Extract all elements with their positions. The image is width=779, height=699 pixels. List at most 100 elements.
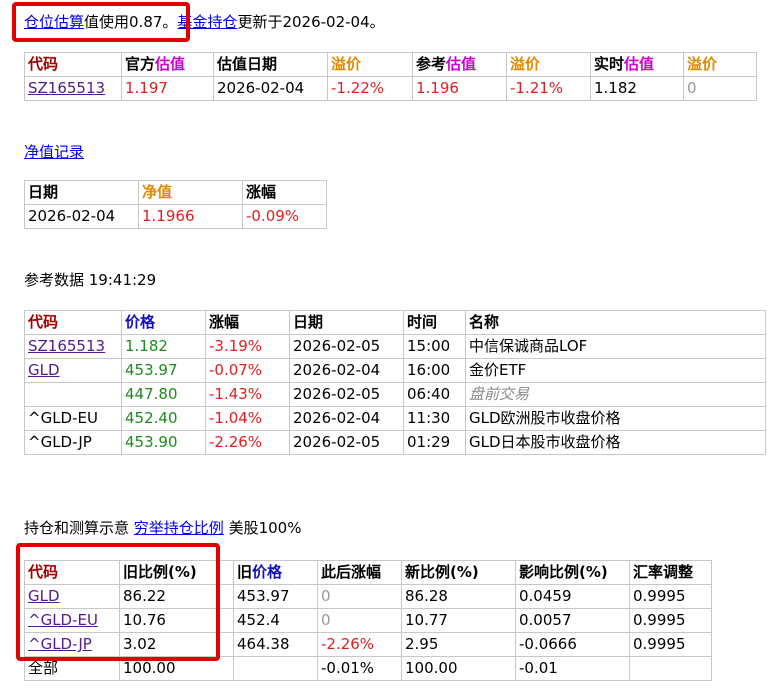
nav-cell-change: -0.09% [242, 204, 327, 229]
hold-header-old-price: 旧价格 [233, 560, 318, 585]
table-row: SZ165513 1.182 -3.19% 2026-02-05 15:00 中… [24, 334, 766, 359]
table-row: 全部 100.00 -0.01% 100.00 -0.01 [24, 656, 712, 681]
table-row: GLD 86.22 453.97 0 86.28 0.0459 0.9995 [24, 584, 712, 609]
est-header-premium-2: 溢价 [506, 52, 591, 77]
ref-cell-time: 06:40 [403, 382, 466, 407]
est-cell-code[interactable]: SZ165513 [24, 76, 122, 101]
table-row: ^GLD-EU 10.76 452.4 0 10.77 0.0057 0.999… [24, 608, 712, 633]
est-header-premium-1: 溢价 [327, 52, 413, 77]
table-row: 2026-02-04 1.1966 -0.09% [24, 204, 327, 229]
nav-record-link[interactable]: 净值记录 [24, 143, 84, 161]
ref-header-row: 代码 价格 涨幅 日期 时间 名称 [24, 310, 766, 335]
ref-cell-change: -0.07% [205, 358, 290, 383]
ref-cell-name: GLD欧洲股市收盘价格 [465, 406, 766, 431]
hold-cell-impact: -0.01 [515, 656, 630, 681]
hold-cell-change-after: -0.01% [317, 656, 402, 681]
reference-table: 代码 价格 涨幅 日期 时间 名称 SZ165513 1.182 -3.19% … [24, 310, 766, 455]
ref-cell-date: 2026-02-04 [289, 358, 404, 383]
ref-cell-code[interactable]: SZ165513 [24, 334, 122, 359]
ref-title: 参考数据 19:41:29 [24, 271, 157, 289]
hold-cell-old-price: 453.97 [233, 584, 318, 609]
ref-code-link[interactable]: SZ165513 [28, 337, 105, 355]
est-header-official: 官方估值 [121, 52, 214, 77]
header-line: 仓位估算值使用0.87。基金持仓更新于2026-02-04。 [24, 10, 385, 34]
hold-code-link[interactable]: ^GLD-JP [28, 635, 92, 653]
nav-header-change: 涨幅 [242, 180, 327, 205]
hold-cell-change-after: -2.26% [317, 632, 402, 657]
nav-table: 日期 净值 涨幅 2026-02-04 1.1966 -0.09% [24, 180, 327, 229]
est-cell-date: 2026-02-04 [213, 76, 328, 101]
ref-cell-date: 2026-02-05 [289, 382, 404, 407]
ref-cell-time: 01:29 [403, 430, 466, 455]
holdings-title: 持仓和测算示意 [24, 519, 130, 537]
hold-cell-old-price [233, 656, 318, 681]
hold-cell-old-ratio: 86.22 [119, 584, 234, 609]
ref-header-time: 时间 [403, 310, 466, 335]
hold-cell-old-ratio: 3.02 [119, 632, 234, 657]
ref-cell-price: 452.40 [121, 406, 206, 431]
hold-cell-old-price: 464.38 [233, 632, 318, 657]
hold-header-new-ratio: 新比例(%) [401, 560, 516, 585]
hold-cell-impact: 0.0057 [515, 608, 630, 633]
ref-cell-change: -1.04% [205, 406, 290, 431]
hold-code-link[interactable]: ^GLD-EU [28, 611, 98, 629]
holdings-table: 代码 旧比例(%) 旧价格 此后涨幅 新比例(%) 影响比例(%) 汇率调整 G… [24, 560, 712, 681]
hold-cell-new-ratio: 100.00 [401, 656, 516, 681]
holdings-title-line: 持仓和测算示意 穷举持仓比例 美股100% [24, 516, 301, 540]
ref-cell-time: 16:00 [403, 358, 466, 383]
position-estimate-link[interactable]: 仓位估算 [24, 13, 84, 31]
hold-cell-code: 全部 [24, 656, 120, 681]
hold-cell-impact: 0.0459 [515, 584, 630, 609]
ref-header-price: 价格 [121, 310, 206, 335]
hold-cell-impact: -0.0666 [515, 632, 630, 657]
hold-cell-code[interactable]: ^GLD-JP [24, 632, 120, 657]
hold-code-link[interactable]: GLD [28, 587, 60, 605]
table-row: ^GLD-EU 452.40 -1.04% 2026-02-04 11:30 G… [24, 406, 766, 431]
hold-cell-fx: 0.9995 [629, 608, 712, 633]
nav-cell-value: 1.1966 [138, 204, 243, 229]
holdings-table-wrap: 代码 旧比例(%) 旧价格 此后涨幅 新比例(%) 影响比例(%) 汇率调整 G… [24, 560, 712, 681]
hold-cell-code[interactable]: ^GLD-EU [24, 608, 120, 633]
nav-link-line: 净值记录 [24, 140, 84, 164]
hold-cell-new-ratio: 2.95 [401, 632, 516, 657]
header-text-1: 值使用0.87。 [84, 13, 178, 31]
hold-cell-fx: 0.9995 [629, 632, 712, 657]
hold-header-row: 代码 旧比例(%) 旧价格 此后涨幅 新比例(%) 影响比例(%) 汇率调整 [24, 560, 712, 585]
table-row: SZ165513 1.197 2026-02-04 -1.22% 1.196 -… [24, 76, 757, 101]
ref-cell-code[interactable]: GLD [24, 358, 122, 383]
ref-cell-change: -2.26% [205, 430, 290, 455]
est-header-realtime: 实时估值 [590, 52, 684, 77]
hold-header-impact: 影响比例(%) [515, 560, 630, 585]
ref-cell-change: -1.43% [205, 382, 290, 407]
ref-cell-date: 2026-02-05 [289, 430, 404, 455]
estimate-table-wrap: 代码 官方估值 估值日期 溢价 参考估值 溢价 实时估值 溢价 SZ165513… [24, 52, 757, 101]
ref-cell-price: 447.80 [121, 382, 206, 407]
est-header-code: 代码 [24, 52, 122, 77]
est-cell-premium-3: 0 [683, 76, 757, 101]
hold-cell-new-ratio: 10.77 [401, 608, 516, 633]
ref-code-link[interactable]: GLD [28, 361, 60, 379]
fund-holdings-link[interactable]: 基金持仓 [177, 13, 237, 31]
ref-cell-time: 15:00 [403, 334, 466, 359]
ref-table-wrap: 代码 价格 涨幅 日期 时间 名称 SZ165513 1.182 -3.19% … [24, 310, 766, 455]
ref-cell-price: 1.182 [121, 334, 206, 359]
hold-cell-code[interactable]: GLD [24, 584, 120, 609]
hold-cell-fx [629, 656, 712, 681]
ref-cell-date: 2026-02-04 [289, 406, 404, 431]
hold-cell-old-ratio: 10.76 [119, 608, 234, 633]
enumerate-ratio-link[interactable]: 穷举持仓比例 [134, 519, 224, 537]
est-header-reference: 参考估值 [412, 52, 507, 77]
table-row: ^GLD-JP 3.02 464.38 -2.26% 2.95 -0.0666 … [24, 632, 712, 657]
ref-cell-code: ^GLD-EU [24, 406, 122, 431]
table-row: ^GLD-JP 453.90 -2.26% 2026-02-05 01:29 G… [24, 430, 766, 455]
est-header-premium-3: 溢价 [683, 52, 757, 77]
ref-cell-name: 金价ETF [465, 358, 766, 383]
est-cell-premium-2: -1.21% [506, 76, 591, 101]
est-cell-official: 1.197 [121, 76, 214, 101]
hold-cell-change-after: 0 [317, 608, 402, 633]
nav-header-value: 净值 [138, 180, 243, 205]
fund-code-link[interactable]: SZ165513 [28, 79, 105, 97]
ref-header-change: 涨幅 [205, 310, 290, 335]
nav-cell-date: 2026-02-04 [24, 204, 139, 229]
hold-header-code: 代码 [24, 560, 120, 585]
